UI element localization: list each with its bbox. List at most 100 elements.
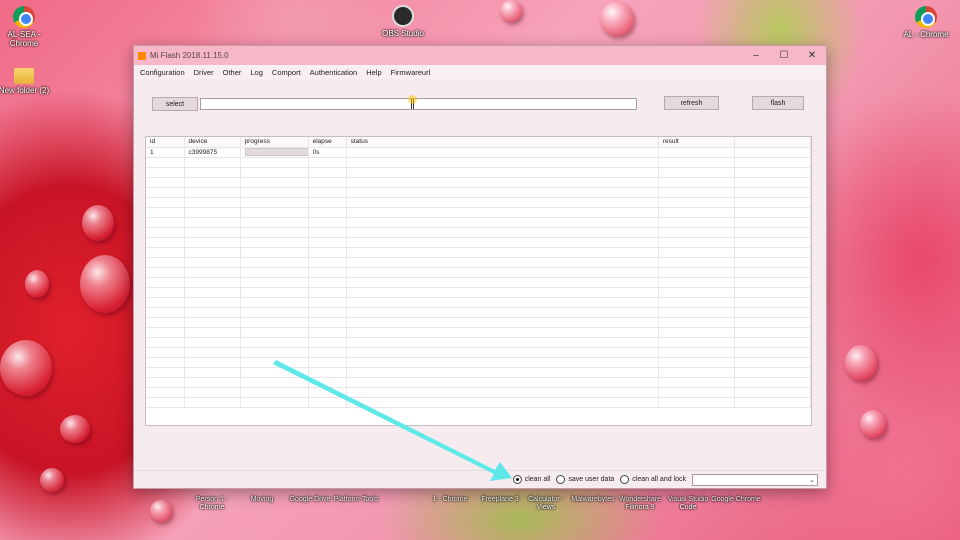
desktop-icon-label: AL - Chrome — [903, 30, 949, 39]
desktop-icon-chrome-right[interactable]: AL - Chrome — [896, 6, 956, 39]
empty-cell — [240, 197, 309, 208]
radio-label-clean-all-and-lock[interactable]: clean all and lock — [632, 476, 686, 483]
empty-cell — [240, 217, 309, 228]
radio-save-user-data[interactable] — [556, 475, 566, 484]
empty-cell — [346, 257, 659, 268]
desktop-icon-bottom[interactable]: 1 - Chrome — [424, 496, 476, 504]
empty-cell — [658, 277, 735, 288]
desktop-icon-bottom[interactable]: Person 1 - Chrome — [186, 496, 238, 512]
column-header-device[interactable]: device — [184, 137, 241, 148]
empty-cell — [734, 317, 811, 328]
column-header-status[interactable]: status — [346, 137, 659, 148]
device-grid[interactable]: id device progress elapse status result … — [145, 136, 812, 426]
title-bar[interactable]: Mi Flash 2018.11.15.0 – ☐ ✕ — [134, 46, 826, 65]
table-row-empty — [146, 217, 811, 228]
desktop-icon-bottom[interactable]: Calculator - Views — [520, 496, 572, 512]
table-row-empty — [146, 267, 811, 278]
radio-clean-all[interactable] — [512, 475, 522, 484]
desktop-icon-folder[interactable]: New folder (2) — [0, 64, 54, 95]
menu-log[interactable]: Log — [250, 68, 263, 77]
empty-cell — [658, 157, 735, 168]
empty-cell — [184, 207, 241, 218]
chevron-down-icon[interactable]: ⌄ — [809, 476, 815, 484]
empty-cell — [658, 337, 735, 348]
column-header-progress[interactable]: progress — [240, 137, 309, 148]
empty-cell — [184, 237, 241, 248]
empty-cell — [240, 337, 309, 348]
empty-cell — [240, 357, 309, 368]
table-row-empty — [146, 337, 811, 348]
table-row-empty — [146, 207, 811, 218]
empty-cell — [658, 227, 735, 238]
empty-cell — [308, 227, 347, 238]
menu-other[interactable]: Other — [223, 68, 242, 77]
desktop-icon-bottom[interactable]: Malwarebytes — [567, 496, 619, 504]
empty-cell — [658, 247, 735, 258]
empty-cell — [658, 207, 735, 218]
desktop-icon-chrome[interactable]: AL-SEA - Chrome — [0, 6, 54, 48]
column-header-id[interactable]: id — [146, 137, 185, 148]
radio-label-clean-all[interactable]: clean all — [525, 476, 551, 483]
radio-clean-all-and-lock[interactable] — [620, 475, 630, 484]
empty-cell — [346, 167, 659, 178]
empty-cell — [346, 247, 659, 258]
table-row-empty — [146, 307, 811, 318]
empty-cell — [240, 307, 309, 318]
desktop-icon-bottom[interactable]: Freeplane 3 — [474, 496, 526, 504]
empty-cell — [308, 307, 347, 318]
flash-button[interactable]: flash — [752, 96, 804, 110]
menu-driver[interactable]: Driver — [194, 68, 214, 77]
menu-firmwareurl[interactable]: Firmwareurl — [391, 68, 431, 77]
empty-cell — [146, 167, 185, 178]
menu-authentication[interactable]: Authentication — [310, 68, 358, 77]
empty-cell — [240, 227, 309, 238]
refresh-button[interactable]: refresh — [664, 96, 719, 110]
empty-cell — [346, 377, 659, 388]
table-row-empty — [146, 157, 811, 168]
empty-cell — [734, 197, 811, 208]
empty-cell — [308, 237, 347, 248]
empty-cell — [734, 367, 811, 378]
empty-cell — [184, 267, 241, 278]
empty-cell — [146, 297, 185, 308]
column-header-elapse[interactable]: elapse — [308, 137, 347, 148]
desktop-icon-bottom[interactable]: Visual Studio Code — [662, 496, 714, 512]
empty-cell — [184, 177, 241, 188]
toolbar: select refresh flash — [134, 79, 826, 137]
water-drop — [845, 345, 877, 381]
desktop-icon-bottom[interactable]: Platform-Tools — [330, 496, 382, 504]
table-header-row: id device progress elapse status result — [146, 137, 811, 148]
rom-path-input[interactable] — [200, 98, 637, 110]
water-drop — [150, 500, 172, 522]
table-row-empty — [146, 347, 811, 358]
radio-label-save-user-data[interactable]: save user data — [568, 476, 614, 483]
column-header-result[interactable]: result — [658, 137, 735, 148]
desktop-icon-obs[interactable]: OBS Studio — [373, 5, 433, 38]
menu-comport[interactable]: Comport — [272, 68, 301, 77]
table-row[interactable]: 1 c3999875 0s — [146, 147, 811, 158]
table-row-empty — [146, 317, 811, 328]
empty-cell — [240, 397, 309, 408]
empty-cell — [308, 287, 347, 298]
empty-cell — [734, 237, 811, 248]
desktop-icon-bottom[interactable]: Moving — [236, 496, 288, 504]
close-button[interactable]: ✕ — [798, 50, 826, 61]
water-drop — [60, 415, 90, 443]
menu-configuration[interactable]: Configuration — [140, 68, 185, 77]
empty-cell — [240, 297, 309, 308]
menu-help[interactable]: Help — [366, 68, 381, 77]
maximize-button[interactable]: ☐ — [770, 50, 798, 61]
water-drop — [40, 468, 64, 492]
script-select[interactable]: ⌄ — [692, 474, 818, 486]
select-button[interactable]: select — [152, 97, 198, 111]
empty-cell — [734, 167, 811, 178]
empty-cell — [240, 257, 309, 268]
empty-cell — [240, 247, 309, 258]
empty-cell — [146, 157, 185, 168]
water-drop — [0, 340, 52, 396]
desktop-icon-bottom[interactable]: Wondershare Filmora 9 — [614, 496, 666, 512]
desktop-icon-bottom[interactable]: Google Chrome — [710, 496, 762, 504]
minimize-button[interactable]: – — [742, 50, 770, 61]
desktop-icon-bottom[interactable]: Google Drive — [284, 496, 336, 504]
empty-cell — [184, 347, 241, 358]
